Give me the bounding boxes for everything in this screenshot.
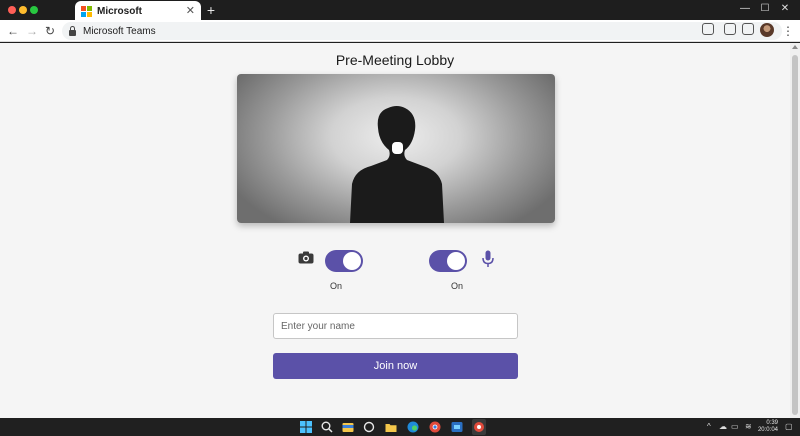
clock[interactable]: 0:39 20:0:04 (750, 420, 778, 434)
camera-icon (298, 251, 314, 264)
chrome-icon[interactable] (429, 421, 441, 433)
browser-tab[interactable]: Microsoft ✕ (75, 1, 201, 21)
browser-toolbar: ← → ↻ Microsoft Teams ⋮ (0, 20, 800, 42)
edge-icon[interactable] (407, 421, 419, 433)
join-now-button[interactable]: Join now (273, 353, 518, 379)
page-scrollbar[interactable] (790, 43, 800, 418)
scroll-up-icon[interactable] (792, 45, 798, 49)
close-icon[interactable]: ✕ (186, 4, 195, 17)
notification-icon[interactable]: ▢ (785, 422, 793, 432)
extension-icon[interactable] (724, 23, 736, 35)
file-explorer-icon[interactable] (342, 421, 354, 433)
tab-title: Microsoft (97, 5, 142, 17)
minimize-icon[interactable]: — (738, 2, 752, 16)
back-arrow-icon[interactable]: ← (6, 23, 20, 39)
cortana-icon[interactable] (363, 421, 375, 433)
microsoft-logo-icon (81, 5, 92, 17)
forward-arrow-icon[interactable]: → (25, 23, 39, 39)
camera-toggle-knob (343, 252, 361, 270)
red-dot-icon[interactable] (8, 6, 16, 14)
camera-preview (237, 74, 555, 223)
scrollbar-thumb[interactable] (792, 55, 798, 415)
yellow-dot-icon[interactable] (19, 6, 27, 14)
camera-toggle[interactable] (325, 250, 363, 272)
clock-date: 20:0:04 (757, 427, 778, 433)
microphone-icon (482, 250, 494, 267)
app-icon[interactable] (472, 419, 486, 435)
windows-start-icon[interactable] (300, 421, 312, 433)
person-silhouette (350, 106, 444, 223)
address-text: Microsoft Teams (83, 25, 156, 37)
clock-time: 0:39 (766, 420, 778, 426)
address-bar[interactable]: Microsoft Teams (62, 22, 782, 40)
browser-title-bar: Microsoft ✕ + — ☐ ✕ (0, 0, 800, 21)
page-title: Pre-Meeting Lobby (335, 52, 455, 68)
battery-icon[interactable]: ▭ (731, 422, 739, 432)
folder-icon[interactable] (385, 421, 397, 433)
kebab-menu-icon[interactable]: ⋮ (782, 23, 794, 39)
profile-avatar-icon[interactable] (760, 23, 774, 37)
cloud-icon[interactable]: ☁ (719, 422, 727, 432)
lock-icon[interactable] (68, 26, 77, 36)
reload-icon[interactable]: ↻ (43, 23, 57, 39)
microphone-marker (392, 142, 403, 154)
camera-state-label: On (329, 281, 342, 291)
microphone-state-label: On (450, 281, 463, 291)
microphone-control (482, 250, 494, 268)
lobby-page: Pre-Meeting Lobby On On Join now (0, 43, 790, 418)
share-icon[interactable] (702, 23, 714, 35)
microphone-toggle[interactable] (429, 250, 467, 272)
store-icon[interactable] (451, 421, 463, 433)
chevron-up-icon[interactable]: ^ (707, 422, 711, 432)
microphone-toggle-knob (447, 252, 465, 270)
search-icon[interactable] (321, 421, 333, 433)
screenshot-icon[interactable] (742, 23, 754, 35)
camera-control (298, 251, 314, 264)
maximize-icon[interactable]: ☐ (758, 2, 772, 16)
green-dot-icon[interactable] (30, 6, 38, 14)
window-close-icon[interactable]: ✕ (778, 2, 792, 16)
plus-icon[interactable]: + (204, 1, 218, 19)
taskbar: ^ ☁ ▭ ≋ 0:39 20:0:04 ▢ (0, 418, 800, 436)
name-input[interactable] (273, 313, 518, 339)
